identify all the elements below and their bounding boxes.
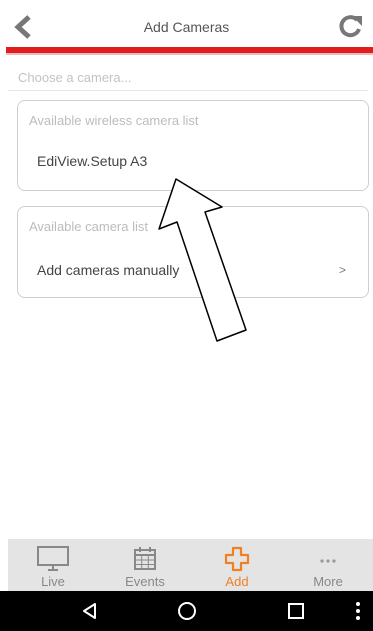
tab-live[interactable]: Live bbox=[8, 539, 98, 591]
tab-live-label: Live bbox=[41, 574, 65, 589]
chevron-right-icon: > bbox=[338, 263, 346, 277]
system-navigation-bar bbox=[0, 591, 373, 631]
plus-icon bbox=[224, 546, 250, 572]
tab-events[interactable]: Events bbox=[100, 539, 190, 591]
tab-add-label: Add bbox=[225, 574, 249, 589]
tab-more[interactable]: More bbox=[283, 539, 373, 591]
tab-more-label: More bbox=[313, 574, 343, 589]
annotation-arrow bbox=[158, 178, 247, 342]
nav-overflow-menu-button[interactable] bbox=[338, 597, 373, 625]
more-icon bbox=[320, 559, 336, 563]
refresh-button[interactable] bbox=[333, 12, 367, 42]
calendar-icon bbox=[134, 547, 156, 570]
camera-list-card: Available camera list Add cameras manual… bbox=[17, 206, 369, 298]
wireless-camera-item[interactable]: EdiView.Setup A3 bbox=[37, 153, 147, 169]
page-title: Add Cameras bbox=[143, 19, 230, 35]
nav-back-button[interactable] bbox=[70, 597, 110, 625]
tab-events-label: Events bbox=[125, 574, 165, 589]
nav-recents-button[interactable] bbox=[276, 597, 316, 625]
wireless-list-title: Available wireless camera list bbox=[29, 113, 199, 128]
refresh-icon bbox=[339, 15, 362, 38]
monitor-icon bbox=[37, 546, 69, 571]
triangle-back-icon bbox=[83, 603, 96, 619]
nav-home-button[interactable] bbox=[167, 597, 207, 625]
square-recents-icon bbox=[288, 603, 304, 619]
wireless-camera-list-card: Available wireless camera list EdiView.S… bbox=[17, 100, 369, 191]
choose-camera-label: Choose a camera... bbox=[18, 70, 132, 85]
divider bbox=[8, 90, 368, 91]
circle-home-icon bbox=[178, 602, 196, 620]
add-cameras-manually-item[interactable]: Add cameras manually bbox=[37, 262, 179, 278]
app-header: Add Cameras bbox=[0, 0, 373, 48]
header-accent-shadow bbox=[6, 53, 373, 55]
camera-list-title: Available camera list bbox=[29, 219, 148, 234]
vertical-dots-icon bbox=[356, 602, 360, 620]
bottom-tab-bar: Live Events Add More bbox=[8, 539, 373, 591]
tab-add[interactable]: Add bbox=[192, 539, 282, 591]
